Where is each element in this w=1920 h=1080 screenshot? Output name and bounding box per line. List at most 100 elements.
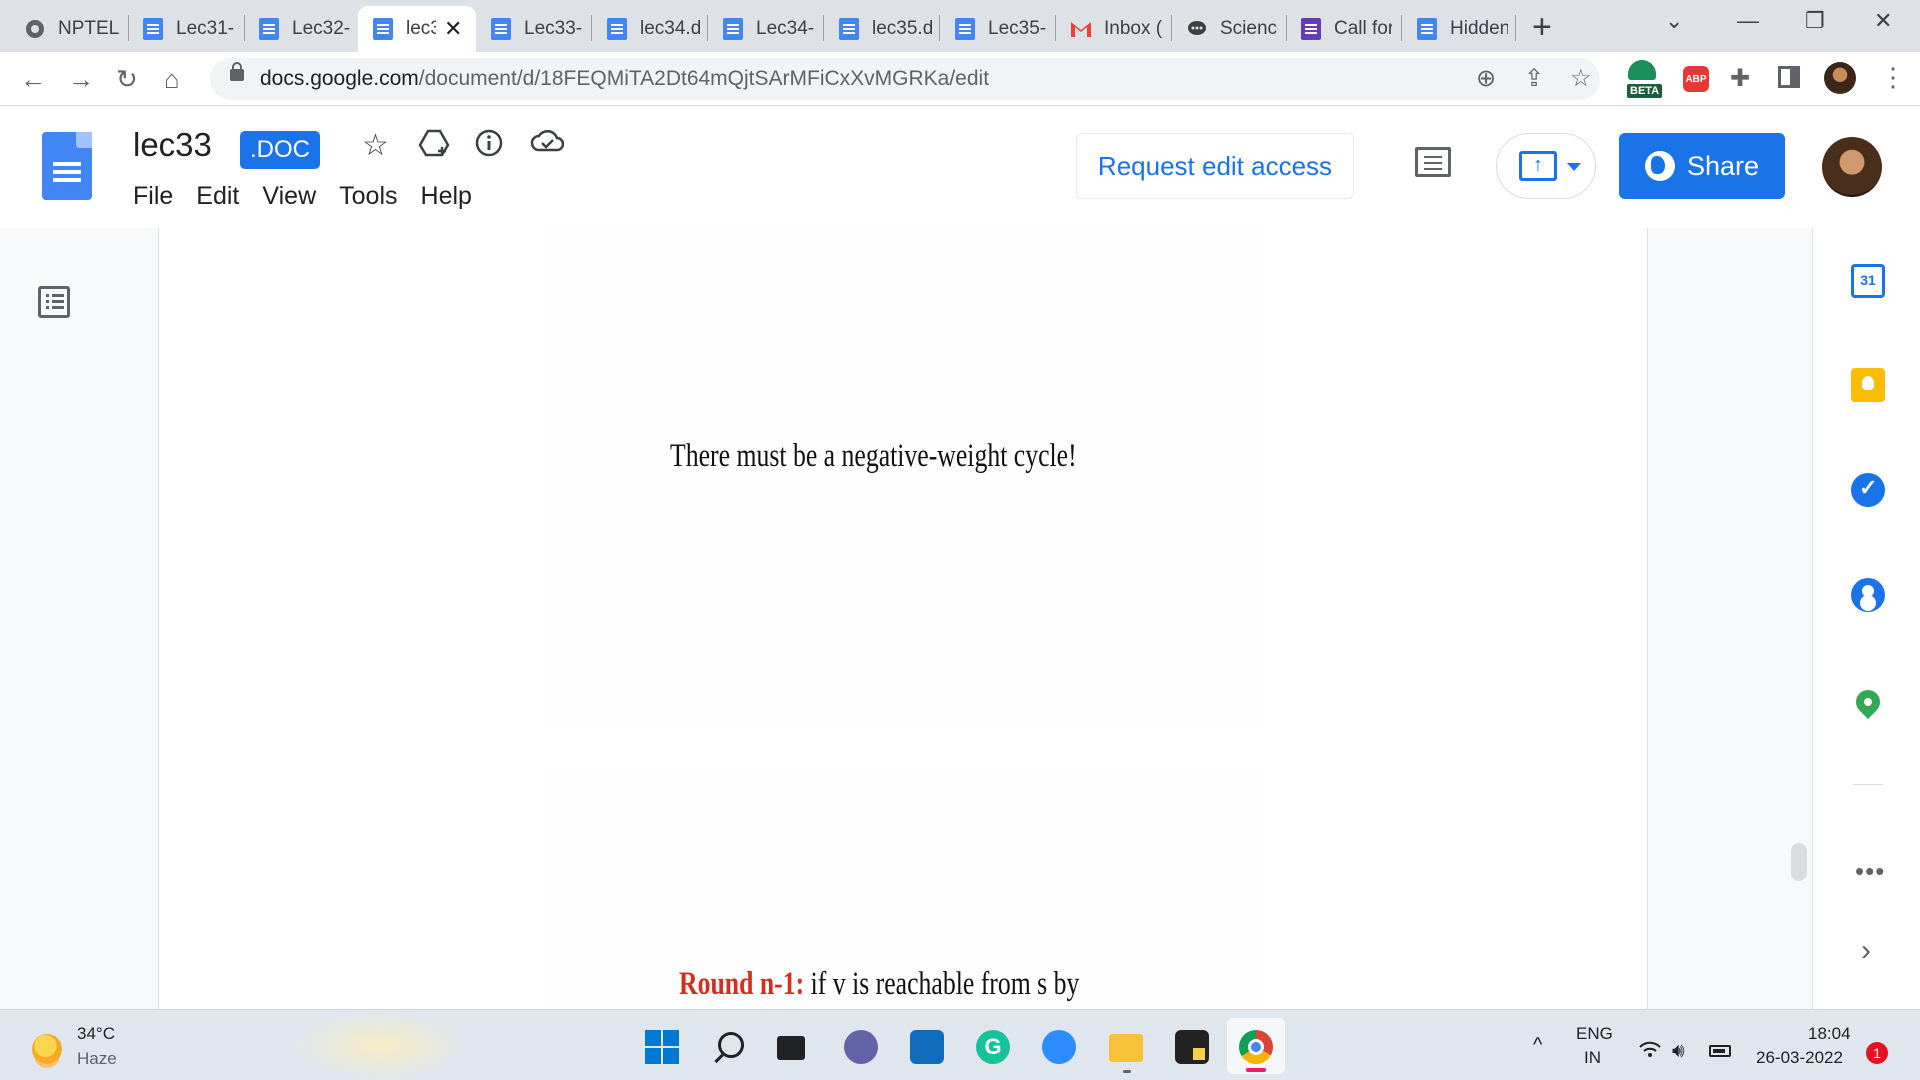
comment-history-icon[interactable] xyxy=(1415,147,1451,177)
tab-lec31[interactable]: Lec31- xyxy=(118,6,242,52)
account-avatar[interactable] xyxy=(1822,137,1882,197)
zoom-icon[interactable] xyxy=(1042,1030,1076,1064)
bookmark-star-icon[interactable]: ☆ xyxy=(1570,64,1592,93)
extension-icon[interactable] xyxy=(1628,60,1656,80)
docs-logo-icon[interactable] xyxy=(42,132,92,200)
menu-edit[interactable]: Edit xyxy=(196,182,239,211)
globe-icon xyxy=(24,18,46,40)
chevron-down-icon[interactable] xyxy=(1567,163,1581,171)
menu-bar: File Edit View Tools Help xyxy=(133,182,495,211)
battery-icon[interactable] xyxy=(1709,1045,1731,1057)
contacts-icon[interactable] xyxy=(1851,578,1885,612)
grammarly-icon[interactable]: G xyxy=(976,1030,1010,1064)
slide-image-1: There must be a negative-weight cycle! xyxy=(544,228,1264,723)
chrome-icon[interactable] xyxy=(1239,1030,1273,1064)
file-type-badge: .DOC xyxy=(240,131,320,169)
clock-date[interactable]: 26-03-2022 xyxy=(1756,1048,1843,1068)
tab-lec33[interactable]: Lec33- xyxy=(466,6,590,52)
adblock-icon[interactable]: ABP xyxy=(1683,66,1709,92)
star-icon[interactable]: ☆ xyxy=(362,128,389,163)
zoom-icon[interactable]: ⊕ xyxy=(1476,64,1496,93)
keep-icon[interactable] xyxy=(1851,368,1885,402)
side-panel-icon[interactable] xyxy=(1778,66,1800,88)
more-menu-icon[interactable]: ⋮ xyxy=(1880,62,1906,93)
tasks-icon[interactable] xyxy=(1851,473,1885,507)
docs-icon xyxy=(954,18,976,40)
request-edit-access-button[interactable]: Request edit access xyxy=(1076,133,1354,199)
document-title[interactable]: lec33 xyxy=(133,126,212,164)
menu-file[interactable]: File xyxy=(133,182,173,211)
reload-icon[interactable]: ↻ xyxy=(116,64,138,95)
close-tab-icon[interactable]: ✕ xyxy=(444,16,462,42)
lock-icon[interactable] xyxy=(230,62,244,81)
close-window-icon[interactable]: ✕ xyxy=(1874,8,1892,34)
clock-time[interactable]: 18:04 xyxy=(1808,1024,1851,1044)
sticky-notes-icon[interactable] xyxy=(1175,1030,1209,1064)
tab-lec35-doc[interactable]: lec35.d xyxy=(814,6,938,52)
more-addons-icon[interactable]: ••• xyxy=(1855,856,1885,887)
language-region[interactable]: IN xyxy=(1584,1048,1601,1068)
extensions-puzzle-icon[interactable]: ✚ xyxy=(1730,64,1750,93)
tab-call-for[interactable]: Call for xyxy=(1276,6,1400,52)
docs-icon xyxy=(490,18,512,40)
weather-temperature[interactable]: 34°C xyxy=(77,1024,115,1044)
tab-nptel[interactable]: NPTEL xyxy=(0,6,128,52)
restore-icon[interactable]: ❐ xyxy=(1805,8,1825,34)
search-icon[interactable] xyxy=(718,1032,744,1058)
tab-inbox[interactable]: Inbox ( xyxy=(1046,6,1170,52)
present-button[interactable]: ↑ xyxy=(1496,133,1596,199)
beta-badge: BETA xyxy=(1627,84,1663,98)
notification-badge[interactable]: 1 xyxy=(1866,1042,1888,1064)
docs-icon xyxy=(258,18,280,40)
document-area: There must be a negative-weight cycle! R… xyxy=(0,228,1812,1009)
chrome-running-indicator xyxy=(1246,1068,1266,1072)
forward-icon[interactable]: → xyxy=(68,64,94,95)
weather-haze-icon[interactable] xyxy=(32,1034,62,1064)
windows-start-icon[interactable] xyxy=(645,1030,679,1064)
docs-icon xyxy=(838,18,860,40)
new-tab-icon[interactable]: + xyxy=(1532,8,1552,47)
explorer-running-indicator xyxy=(1123,1070,1131,1073)
move-to-drive-icon[interactable] xyxy=(418,128,450,166)
back-icon[interactable]: ← xyxy=(20,64,46,95)
language-code[interactable]: ENG xyxy=(1576,1024,1613,1044)
info-icon[interactable] xyxy=(474,128,504,166)
teams-chat-icon[interactable] xyxy=(844,1030,878,1064)
show-side-panel-icon[interactable]: › xyxy=(1861,934,1871,968)
menu-help[interactable]: Help xyxy=(421,182,472,211)
side-panel-divider xyxy=(1853,784,1883,785)
volume-icon[interactable]: 🔊︎ xyxy=(1672,1040,1685,1063)
task-view-icon[interactable] xyxy=(777,1036,805,1060)
hidden-icons-chevron-icon[interactable]: ^ xyxy=(1533,1034,1542,1057)
tab-lec35[interactable]: Lec35- xyxy=(930,6,1054,52)
tab-lec34-doc[interactable]: lec34.d xyxy=(582,6,706,52)
tab-lec34[interactable]: Lec34- xyxy=(698,6,822,52)
slide-2-text: Round n-1: if v is reachable from s by xyxy=(679,966,1080,1002)
profile-avatar[interactable] xyxy=(1824,62,1856,94)
share-button[interactable]: Share xyxy=(1619,133,1785,199)
docs-icon xyxy=(1416,18,1438,40)
tab-science[interactable]: Science xyxy=(1162,6,1286,52)
document-page[interactable]: There must be a negative-weight cycle! R… xyxy=(158,228,1648,1009)
store-icon[interactable] xyxy=(910,1030,944,1064)
url-input[interactable]: docs.google.com/document/d/18FEQMiTA2Dt6… xyxy=(210,58,1600,100)
file-explorer-icon[interactable] xyxy=(1109,1034,1143,1062)
minimize-icon[interactable]: — xyxy=(1737,8,1759,34)
maps-icon[interactable] xyxy=(1851,685,1885,719)
calendar-icon[interactable]: 31 xyxy=(1851,264,1885,298)
share-page-icon[interactable]: ⇪ xyxy=(1524,64,1544,93)
tab-lec33-active[interactable]: lec3 ✕ xyxy=(358,6,476,52)
scrollbar-thumb[interactable] xyxy=(1791,843,1807,881)
tab-lec32[interactable]: Lec32- xyxy=(234,6,358,52)
tab-search-chevron-icon[interactable]: ⌄ xyxy=(1665,8,1683,34)
menu-tools[interactable]: Tools xyxy=(339,182,397,211)
wifi-icon[interactable] xyxy=(1638,1040,1662,1064)
menu-view[interactable]: View xyxy=(262,182,316,211)
cloud-saved-icon[interactable] xyxy=(530,128,565,162)
docs-icon xyxy=(606,18,628,40)
document-outline-icon[interactable] xyxy=(38,286,70,318)
weather-condition[interactable]: Haze xyxy=(77,1049,117,1069)
home-icon[interactable]: ⌂ xyxy=(164,64,180,95)
tab-hidden[interactable]: Hidden xyxy=(1392,6,1516,52)
weather-glow xyxy=(290,1010,470,1080)
